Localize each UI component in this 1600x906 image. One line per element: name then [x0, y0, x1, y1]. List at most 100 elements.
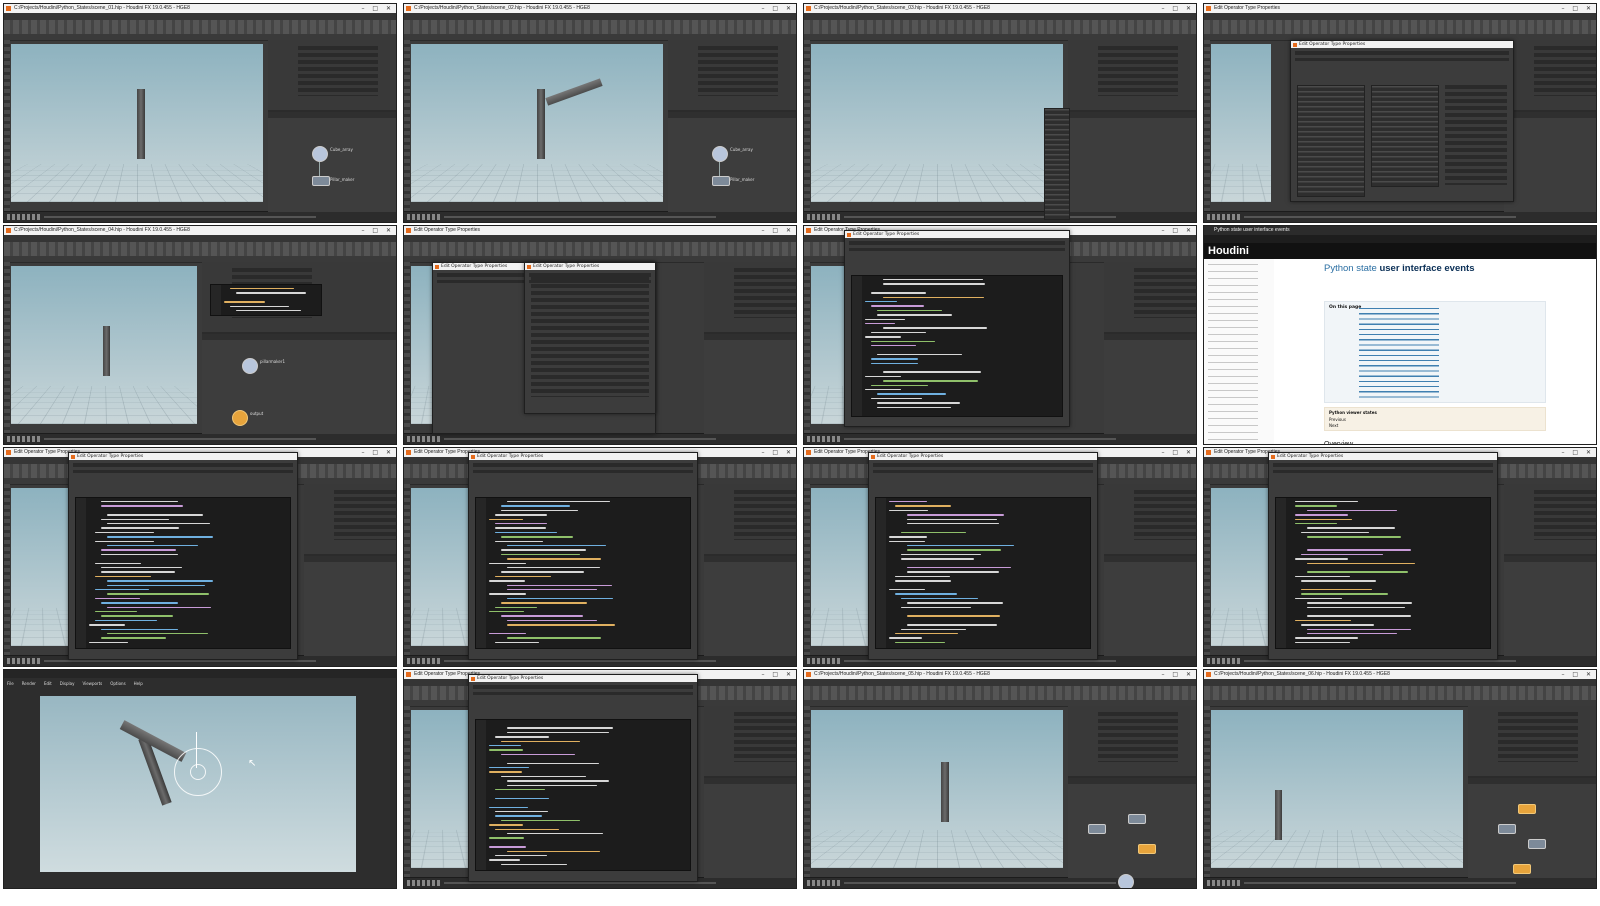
parameter-fields[interactable]	[734, 490, 796, 540]
timeline-slider[interactable]	[444, 438, 716, 440]
pillarmaker-node[interactable]	[242, 358, 258, 374]
menu-item[interactable]: Help	[134, 681, 143, 686]
video-thumbnail-4[interactable]: Edit Operator Type Properties – □ ✕ Edit O…	[1203, 3, 1597, 223]
code-editor[interactable]	[851, 275, 1063, 417]
type-properties-dialog[interactable]: Edit Operator Type Properties	[1290, 40, 1514, 202]
node[interactable]	[1128, 814, 1146, 824]
browser-address-bar[interactable]	[1204, 235, 1596, 243]
cube-array-node[interactable]	[312, 146, 328, 162]
related-next[interactable]: Next	[1329, 423, 1338, 428]
menu-item[interactable]: File	[7, 681, 14, 686]
scene-viewport[interactable]	[1211, 44, 1271, 202]
viewport-left-toolbar[interactable]	[404, 40, 410, 212]
type-properties-dialog[interactable]: Edit Operator Type Properties	[1268, 452, 1498, 660]
shelf-toolbar[interactable]	[404, 242, 796, 257]
scene-viewport[interactable]	[811, 44, 1063, 202]
generator-options[interactable]	[531, 277, 649, 397]
network-editor[interactable]	[1104, 340, 1196, 434]
viewport-menu[interactable]: File Render Edit Display Viewports Options Hel…	[4, 670, 396, 686]
network-pane[interactable]	[1504, 40, 1596, 212]
timeline-slider[interactable]	[1244, 882, 1516, 884]
menu-item[interactable]: Edit	[44, 681, 52, 686]
network-editor[interactable]: pillarmaker1 output	[202, 340, 396, 434]
dialog-titlebar[interactable]: Edit Operator Type Properties	[845, 231, 1069, 238]
shelf-toolbar[interactable]	[4, 242, 396, 257]
network-editor[interactable]	[1104, 562, 1196, 656]
parameter-fields[interactable]	[1134, 490, 1196, 540]
selected-node[interactable]	[1138, 844, 1156, 854]
playback-buttons[interactable]	[7, 658, 41, 664]
output-node[interactable]	[232, 410, 248, 426]
parameter-fields[interactable]	[1098, 46, 1178, 96]
network-editor[interactable]: Cube_array Pillar_maker	[268, 118, 396, 212]
network-editor[interactable]	[704, 562, 796, 656]
playback-timeline[interactable]	[1204, 877, 1596, 888]
parameter-editor[interactable]	[704, 262, 796, 334]
network-editor[interactable]	[304, 562, 396, 656]
on-this-page-links[interactable]	[1359, 308, 1439, 398]
pillar-maker-node[interactable]	[712, 176, 730, 186]
network-pane[interactable]	[1068, 40, 1196, 212]
network-pane[interactable]	[704, 262, 796, 434]
scene-viewport[interactable]: ↖	[40, 696, 356, 872]
viewport-left-toolbar[interactable]	[1204, 706, 1210, 878]
selected-node[interactable]	[1513, 864, 1531, 874]
network-editor[interactable]	[1504, 562, 1596, 656]
menu-item[interactable]: Render	[22, 681, 36, 686]
network-editor[interactable]	[1468, 784, 1596, 878]
video-thumbnail-5[interactable]: C:/Projects/Houdini/Python_States/scene_…	[3, 225, 397, 445]
type-properties-dialog[interactable]: Edit Operator Type Properties	[844, 230, 1070, 427]
network-pane[interactable]	[704, 484, 796, 656]
playback-timeline[interactable]	[4, 211, 396, 222]
code-editor[interactable]	[475, 497, 691, 649]
menu-item[interactable]: Display	[60, 681, 75, 686]
scene-viewport[interactable]	[11, 44, 263, 202]
documentation-page[interactable]: Houdini Python state user interface event…	[1204, 235, 1596, 444]
video-thumbnail-14[interactable]: Edit Operator Type Properties – □ ✕ Edit O…	[403, 669, 797, 889]
code-editor[interactable]	[210, 284, 322, 316]
window-controls[interactable]: – □ ✕	[761, 449, 794, 456]
video-thumbnail-15[interactable]: C:/Projects/Houdini/Python_States/scene_…	[803, 669, 1197, 889]
viewport-left-toolbar[interactable]	[404, 484, 410, 656]
viewport-left-toolbar[interactable]	[4, 40, 10, 212]
scene-viewport[interactable]	[411, 710, 471, 868]
dialog-tabs[interactable]	[473, 463, 693, 473]
type-properties-dialog[interactable]: Edit Operator Type Properties	[468, 452, 698, 660]
node[interactable]	[1088, 824, 1106, 834]
shelf-toolbar[interactable]	[4, 20, 396, 35]
parameter-editor[interactable]	[268, 40, 396, 112]
scene-viewport[interactable]	[11, 488, 71, 646]
playback-buttons[interactable]	[807, 214, 841, 220]
parameter-fields[interactable]	[734, 268, 796, 318]
timeline-slider[interactable]	[444, 882, 716, 884]
scene-viewport[interactable]	[411, 488, 471, 646]
parameter-fields[interactable]	[1445, 85, 1507, 185]
window-controls[interactable]: – □ ✕	[1161, 5, 1194, 12]
window-controls[interactable]: – □ ✕	[761, 5, 794, 12]
video-thumbnail-13[interactable]: File Render Edit Display Viewports Options Hel…	[3, 669, 397, 889]
window-controls[interactable]: – □ ✕	[361, 5, 394, 12]
parameter-editor[interactable]	[1068, 40, 1196, 112]
dialog-tabs[interactable]	[873, 463, 1093, 473]
shelf-toolbar[interactable]	[1204, 686, 1596, 701]
playback-timeline[interactable]	[804, 877, 1196, 888]
timeline-slider[interactable]	[844, 660, 1116, 662]
parameter-fields[interactable]	[298, 46, 378, 96]
context-menu[interactable]	[1044, 108, 1070, 220]
playback-timeline[interactable]	[1204, 211, 1596, 222]
dialog-tabs[interactable]	[1273, 463, 1493, 473]
dialog-tabs[interactable]	[73, 463, 293, 473]
network-editor[interactable]	[1068, 784, 1196, 888]
playback-buttons[interactable]	[1207, 658, 1241, 664]
video-thumbnail-6[interactable]: Edit Operator Type Properties – □ ✕ Edit O…	[403, 225, 797, 445]
network-pane[interactable]: pillarmaker1 output	[202, 262, 396, 434]
shelf-toolbar[interactable]	[404, 20, 796, 35]
network-pane[interactable]	[704, 706, 796, 878]
parameter-editor[interactable]	[1104, 484, 1196, 556]
dialog-titlebar[interactable]: Edit Operator Type Properties	[525, 263, 655, 270]
network-pane[interactable]	[304, 484, 396, 656]
playback-buttons[interactable]	[1207, 214, 1241, 220]
window-controls[interactable]: – □ ✕	[1161, 227, 1194, 234]
network-editor[interactable]	[1504, 118, 1596, 212]
timeline-slider[interactable]	[444, 660, 716, 662]
